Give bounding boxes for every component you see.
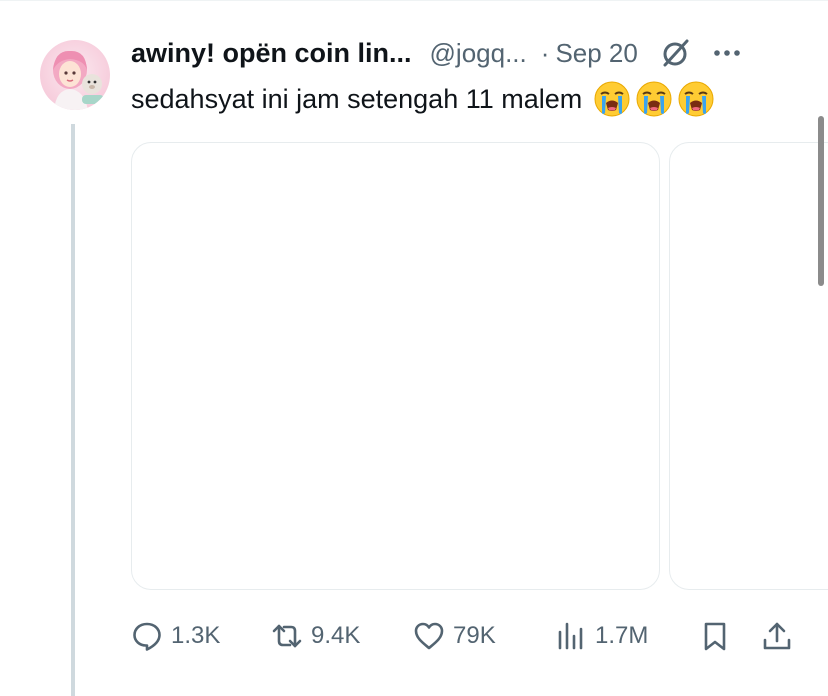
tweet-text: sedahsyat ini jam setengah 11 malem (131, 83, 583, 114)
reply-button[interactable]: 1.3K (131, 612, 220, 660)
views-button[interactable]: 1.7M (555, 612, 648, 660)
like-button[interactable]: 79K (413, 612, 496, 660)
tweet-text-row: sedahsyat ini jam setengah 11 malem (131, 80, 716, 118)
reply-count: 1.3K (171, 622, 221, 649)
analytics-icon (558, 622, 583, 650)
tweet-header: awiny! opën coin lin... @jogq... · Sep 2… (131, 34, 801, 72)
reply-icon (133, 622, 161, 651)
grok-icon[interactable] (660, 37, 692, 69)
emoji-group (592, 79, 716, 119)
share-button[interactable] (761, 612, 793, 660)
repost-count: 9.4K (311, 622, 361, 649)
top-divider (0, 0, 828, 1)
loudly-crying-face-icon (594, 81, 630, 117)
thread-line (71, 124, 75, 696)
avatar[interactable] (40, 40, 110, 110)
separator-dot: · (540, 37, 550, 68)
author-handle[interactable]: @jogq... (430, 38, 527, 69)
loudly-crying-face-icon (678, 81, 714, 117)
loudly-crying-face-icon (636, 81, 672, 117)
repost-icon (272, 624, 302, 648)
tweet-date[interactable]: Sep 20 (555, 38, 637, 69)
repost-button[interactable]: 9.4K (271, 612, 360, 660)
share-icon (763, 622, 791, 650)
action-bar: 1.3K 9.4K 79K 1.7M (131, 612, 801, 660)
scrollbar[interactable] (818, 116, 824, 286)
media-card-1[interactable] (131, 142, 660, 590)
bookmark-icon (704, 622, 726, 651)
heart-icon (414, 622, 444, 650)
author-name[interactable]: awiny! opën coin lin... (131, 38, 412, 69)
like-count: 79K (453, 622, 496, 649)
more-options-icon[interactable] (712, 38, 742, 68)
views-count: 1.7M (595, 622, 649, 649)
media-card-2[interactable] (669, 142, 828, 590)
bookmark-button[interactable] (699, 612, 731, 660)
